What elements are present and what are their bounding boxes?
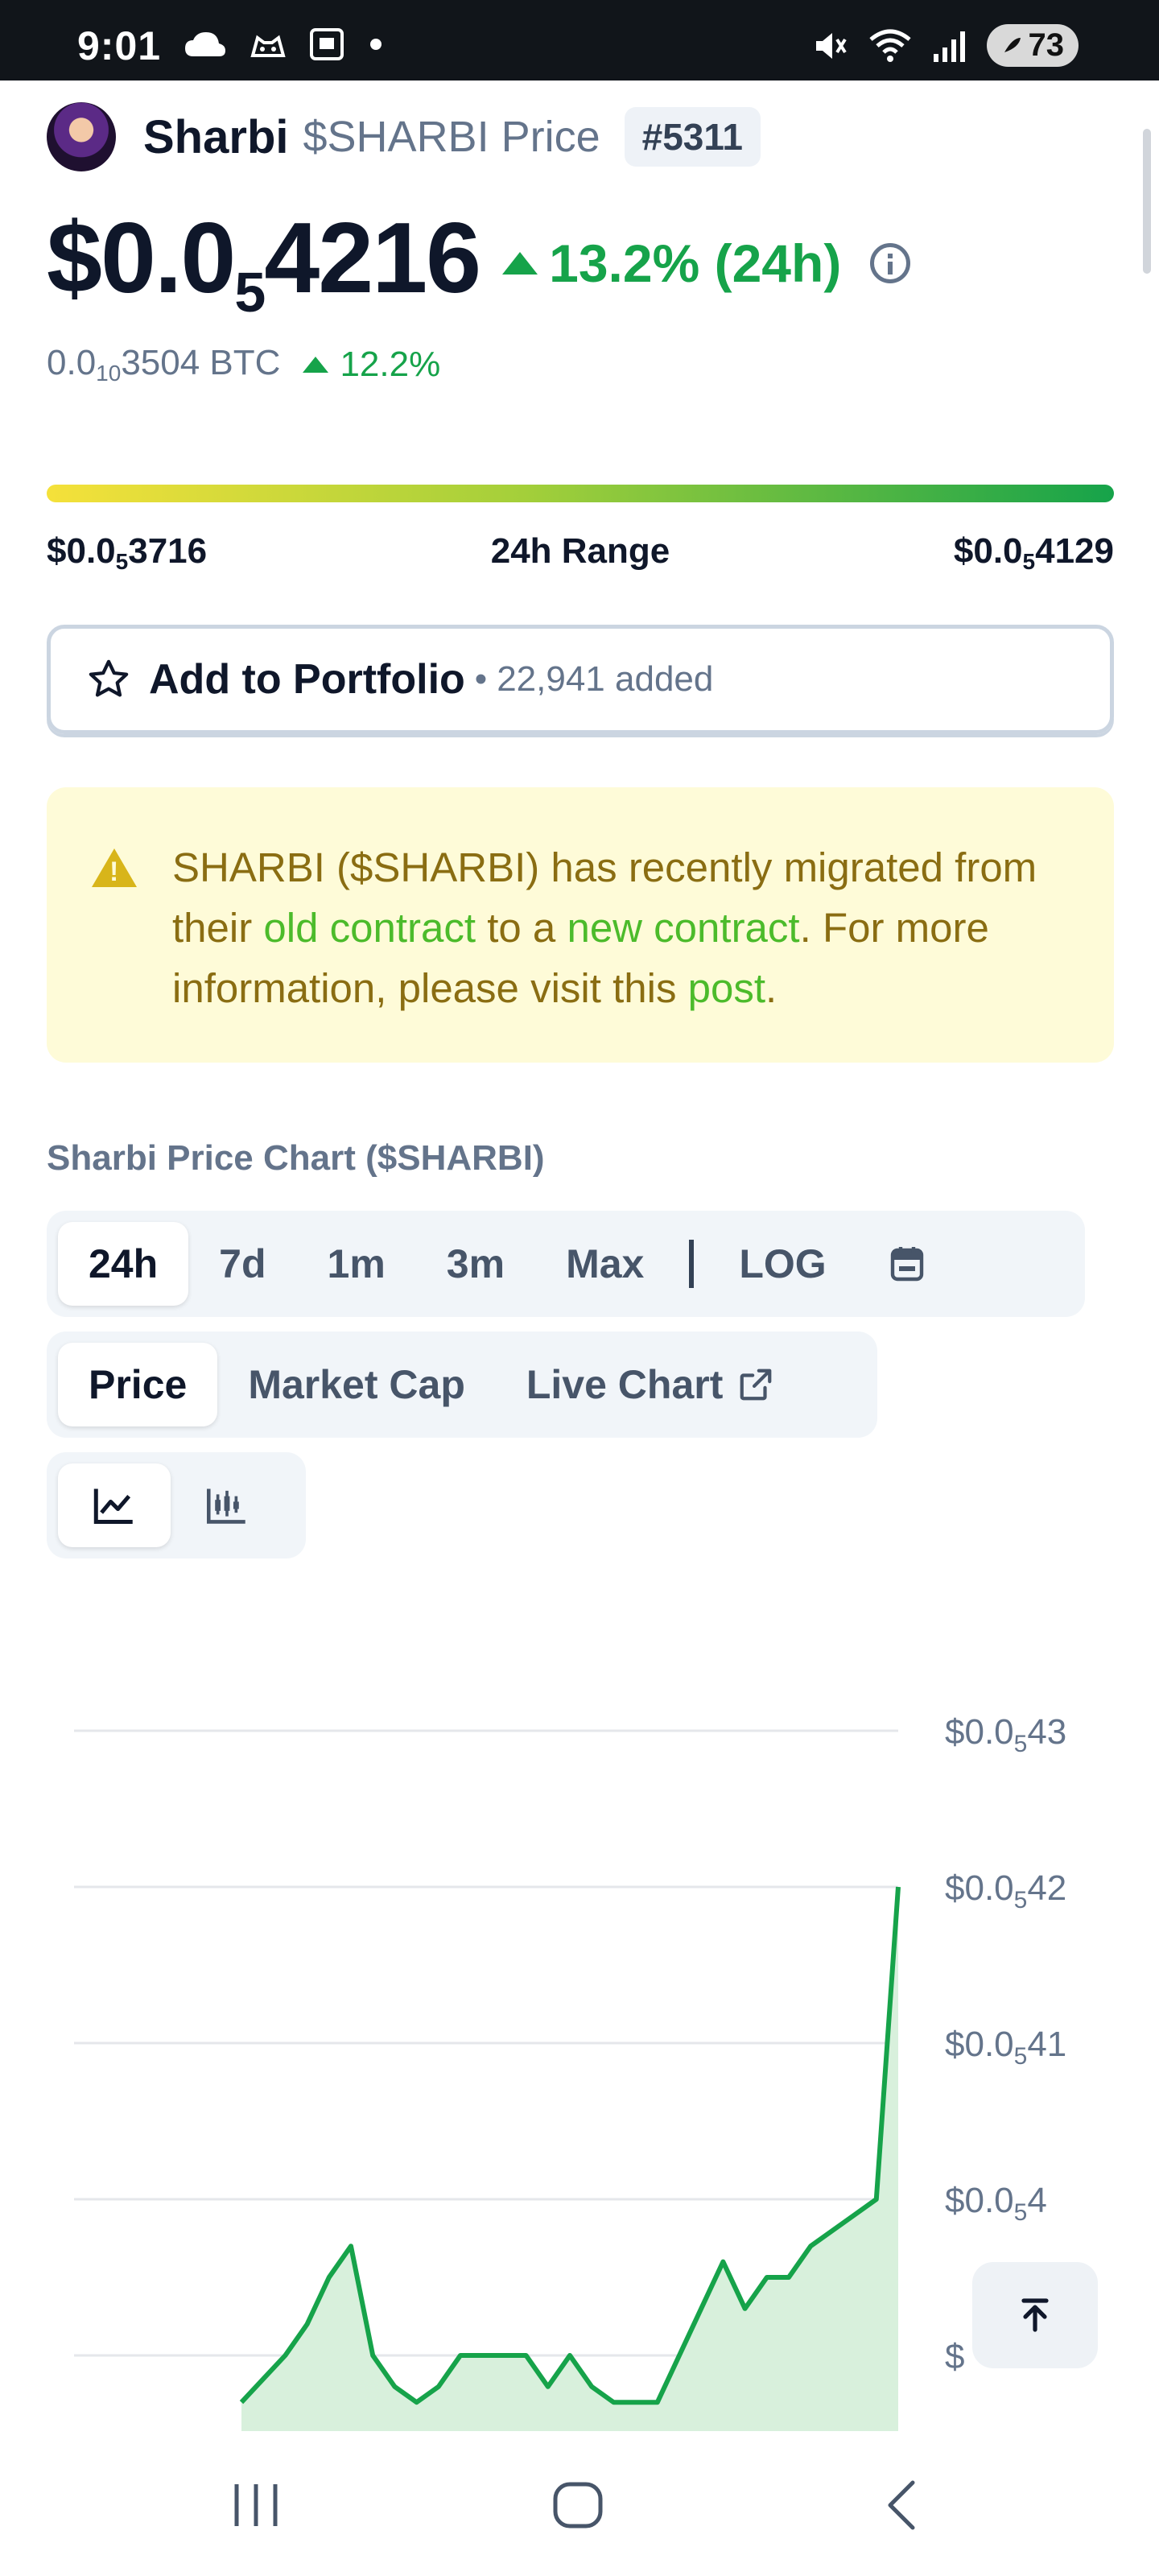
candlestick-chart-button[interactable] bbox=[171, 1463, 283, 1547]
y-tick-label: $0.0541 bbox=[945, 2025, 1066, 2070]
coin-avatar bbox=[47, 102, 116, 171]
current-price: $0.054216 bbox=[47, 203, 481, 324]
range-labels: $0.053716 24h Range $0.054129 bbox=[47, 531, 1114, 575]
add-to-portfolio-button[interactable]: Add to Portfolio • 22,941 added bbox=[47, 625, 1114, 734]
range-high: $0.054129 bbox=[953, 531, 1114, 574]
btc-change: 12.2% bbox=[303, 345, 440, 385]
portfolio-count: 22,941 added bbox=[497, 659, 714, 699]
y-tick-label: $0.054 bbox=[945, 2181, 1047, 2226]
back-icon[interactable] bbox=[877, 2479, 929, 2531]
status-right-icons: 73 bbox=[813, 24, 1079, 67]
log-scale-button[interactable]: LOG bbox=[708, 1222, 856, 1306]
battery-indicator: 73 bbox=[986, 24, 1079, 67]
status-bar: 9:01 73 bbox=[0, 0, 1159, 80]
chart-title: Sharbi Price Chart ($SHARBI) bbox=[47, 1138, 545, 1178]
rank-badge: #5311 bbox=[624, 107, 761, 167]
view-market-cap-tab[interactable]: Market Cap bbox=[217, 1343, 496, 1426]
view-live-chart-tab[interactable]: Live Chart bbox=[496, 1343, 806, 1426]
range-low: $0.053716 bbox=[47, 531, 208, 574]
dot-icon bbox=[370, 39, 382, 50]
new-contract-link[interactable]: new contract bbox=[567, 905, 799, 951]
price-change-24h: 13.2% (24h) bbox=[502, 233, 841, 294]
range-max-button[interactable]: Max bbox=[535, 1222, 674, 1306]
system-nav-bar bbox=[0, 2431, 1159, 2576]
back-to-top-button[interactable] bbox=[972, 2262, 1098, 2368]
portfolio-separator: • bbox=[474, 659, 488, 699]
calendar-button[interactable] bbox=[857, 1222, 957, 1306]
price-row: $0.054216 13.2% (24h) bbox=[47, 201, 911, 324]
arrow-up-to-line-icon bbox=[1021, 2298, 1049, 2332]
up-arrow-icon bbox=[303, 357, 329, 373]
status-time: 9:01 bbox=[77, 23, 162, 68]
btc-price-row: 0.0103504 BTC 12.2% bbox=[47, 343, 440, 386]
calendar-icon bbox=[890, 1247, 923, 1282]
battery-level: 73 bbox=[1028, 27, 1065, 63]
range-24h-button[interactable]: 24h bbox=[58, 1222, 189, 1306]
mute-icon bbox=[815, 32, 847, 59]
time-range-selector: 24h 7d 1m 3m Max LOG bbox=[47, 1211, 1085, 1317]
candlestick-icon bbox=[207, 1488, 245, 1524]
status-left-icons bbox=[184, 27, 382, 61]
divider bbox=[689, 1240, 695, 1288]
view-price-tab[interactable]: Price bbox=[58, 1343, 218, 1426]
range-bar bbox=[47, 485, 1114, 502]
up-arrow-icon bbox=[502, 251, 538, 275]
notice-text: SHARBI ($SHARBI) has recently migrated f… bbox=[172, 844, 1037, 1011]
signal-icon bbox=[933, 31, 965, 62]
chart-view-selector: Price Market Cap Live Chart bbox=[47, 1331, 877, 1438]
y-tick-label: $0.0543 bbox=[945, 1712, 1066, 1757]
range-3m-button[interactable]: 3m bbox=[416, 1222, 535, 1306]
chart-type-selector bbox=[47, 1452, 306, 1558]
screenshot-icon bbox=[310, 28, 344, 60]
coin-header: Sharbi $SHARBI Price #5311 bbox=[47, 100, 761, 174]
wifi-icon bbox=[868, 29, 911, 62]
y-tick-label: $ bbox=[945, 2337, 964, 2376]
cloud-icon bbox=[185, 32, 225, 56]
range-7d-button[interactable]: 7d bbox=[188, 1222, 296, 1306]
portfolio-label: Add to Portfolio bbox=[149, 656, 465, 703]
y-tick-label: $0.0542 bbox=[945, 1868, 1066, 1913]
page-scrollbar[interactable] bbox=[1143, 129, 1151, 274]
warning-icon bbox=[92, 848, 137, 888]
info-icon[interactable] bbox=[870, 242, 911, 283]
old-contract-link[interactable]: old contract bbox=[263, 905, 476, 951]
series-area bbox=[241, 1887, 898, 2431]
line-chart-button[interactable] bbox=[58, 1463, 171, 1547]
coin-name: Sharbi bbox=[143, 110, 289, 163]
range-label: 24h Range bbox=[490, 531, 670, 571]
external-link-icon bbox=[740, 1368, 772, 1401]
btc-price: 0.0103504 BTC bbox=[47, 343, 281, 386]
coin-symbol-label: $SHARBI Price bbox=[303, 113, 600, 161]
charging-icon bbox=[1004, 37, 1021, 52]
line-chart-icon bbox=[93, 1488, 133, 1524]
recents-icon[interactable] bbox=[230, 2479, 282, 2531]
home-icon[interactable] bbox=[552, 2479, 604, 2531]
migration-notice: SHARBI ($SHARBI) has recently migrated f… bbox=[47, 787, 1114, 1063]
cat-icon bbox=[250, 35, 286, 57]
range-1m-button[interactable]: 1m bbox=[297, 1222, 416, 1306]
star-icon bbox=[89, 659, 129, 697]
post-link[interactable]: post bbox=[688, 965, 765, 1011]
